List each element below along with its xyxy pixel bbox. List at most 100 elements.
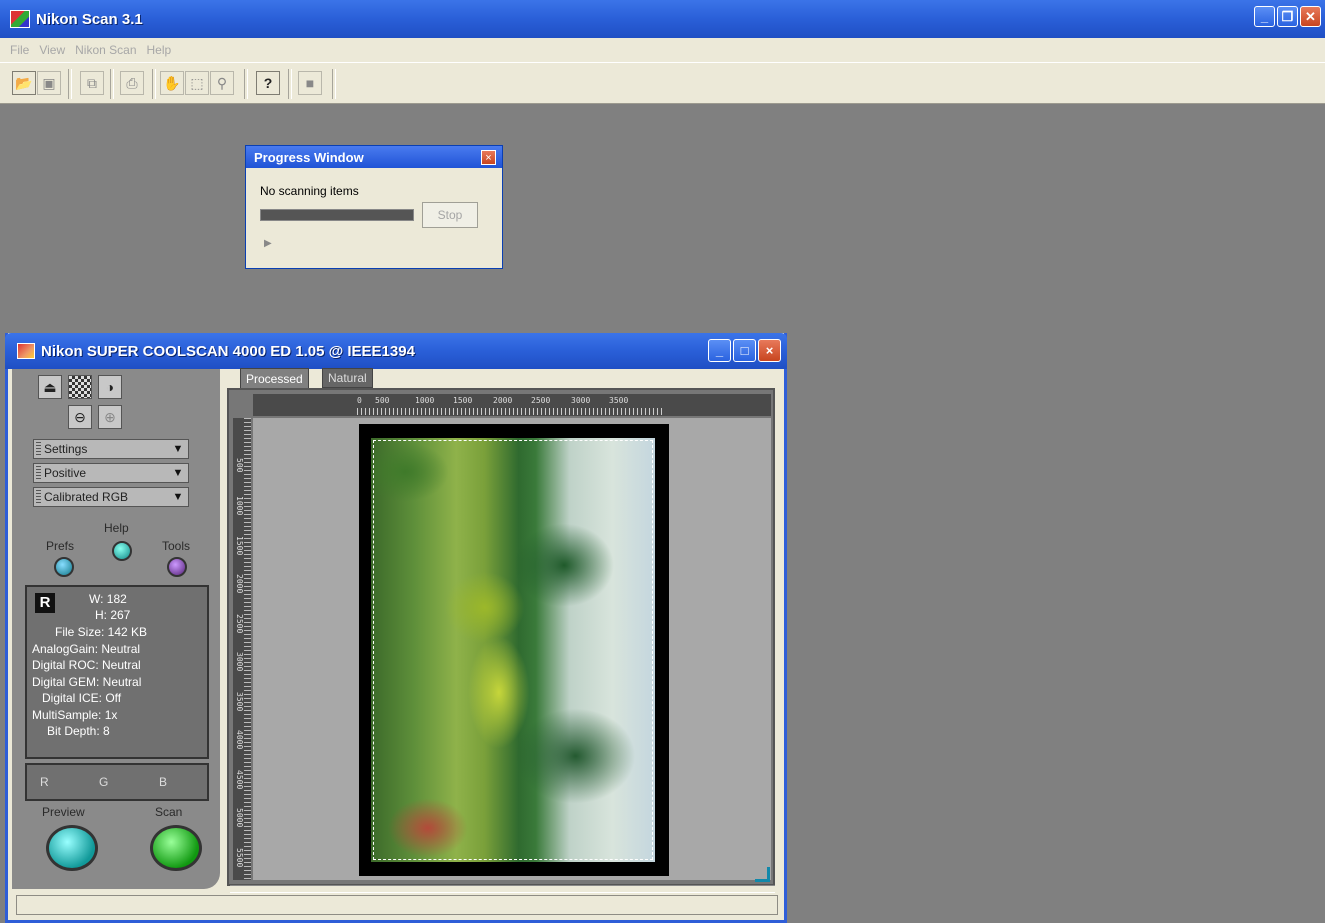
prefs-label: Prefs: [46, 539, 75, 553]
zoom-out-icon[interactable]: ⊖: [68, 405, 92, 429]
restore-button[interactable]: ❐: [1277, 6, 1298, 27]
hand-icon[interactable]: ✋: [160, 71, 184, 95]
info-multisample: MultiSample: 1x: [32, 708, 118, 722]
scan-info-panel: R W: 182 H: 267 File Size: 142 KB Analog…: [25, 585, 209, 759]
app-icon: [10, 10, 30, 28]
open-icon[interactable]: 📂: [12, 71, 36, 95]
ruler-top-label: 2500: [531, 396, 551, 405]
channel-badge: R: [35, 593, 55, 613]
ruler-left-label: 4000: [235, 730, 244, 750]
preview-button[interactable]: [46, 825, 98, 871]
rgb-readout: R G B: [25, 763, 209, 801]
copy-icon[interactable]: ⧉: [80, 71, 104, 95]
ruler-top-label: 2000: [493, 396, 513, 405]
divider: [230, 885, 775, 893]
progress-bar: [260, 209, 414, 221]
status-bar: [16, 895, 778, 915]
chevron-down-icon: ▼: [172, 467, 184, 479]
ruler-left-label: 1000: [235, 496, 244, 516]
rgb-b-label: B: [159, 775, 168, 789]
ruler-left-label: 3000: [235, 652, 244, 672]
help-label: Help: [104, 521, 129, 535]
ruler-left-label: 5500: [235, 848, 244, 868]
scanner-window: Nikon SUPER COOLSCAN 4000 ED 1.05 @ IEEE…: [5, 333, 787, 923]
info-file-size: File Size: 142 KB: [55, 625, 148, 639]
horizontal-ruler: 0 500 1000 1500 2000 2500 3000 3500: [253, 394, 771, 416]
ruler-top-label: 0: [357, 396, 362, 405]
ruler-left-label: 1500: [235, 536, 244, 556]
app-titlebar: Nikon Scan 3.1 _ ❐ ✕: [0, 0, 1325, 38]
settings-dropdown[interactable]: Settings ▼: [33, 439, 189, 459]
ruler-top-label: 1500: [453, 396, 473, 405]
help-button[interactable]: [112, 541, 132, 561]
ruler-left-label: 5000: [235, 808, 244, 828]
control-panel: ⏏ ◑ ⊖ ⊕ Settings ▼ Positive ▼ Calibrated R…: [12, 369, 220, 889]
save-icon[interactable]: ▣: [37, 71, 61, 95]
scan-label: Scan: [155, 805, 183, 819]
info-digital-ice: Digital ICE: Off: [42, 691, 122, 705]
preview-canvas[interactable]: [253, 418, 771, 880]
info-width: W: 182: [89, 592, 127, 606]
crop-selection[interactable]: [373, 440, 653, 860]
chevron-down-icon: ▼: [172, 443, 184, 455]
print-icon[interactable]: ⎙: [120, 71, 144, 95]
zoom-icon[interactable]: ⚲: [210, 71, 234, 95]
grid-icon[interactable]: [68, 375, 92, 399]
contrast-icon[interactable]: ◑: [98, 375, 122, 399]
tools-label: Tools: [162, 539, 191, 553]
chevron-down-icon: ▼: [172, 491, 184, 503]
ruler-left-label: 500: [235, 458, 244, 473]
tools-button[interactable]: [167, 557, 187, 577]
preview-label: Preview: [42, 805, 85, 819]
menu-nikon-scan[interactable]: Nikon Scan: [75, 43, 136, 57]
toolbar: 📂 ▣ ⧉ ⎙ ✋ ⬚ ⚲ ? ■: [0, 62, 1325, 104]
tab-processed[interactable]: Processed: [240, 368, 309, 388]
app-title: Nikon Scan 3.1: [36, 10, 143, 28]
prefs-button[interactable]: [54, 557, 74, 577]
info-digital-roc: Digital ROC: Neutral: [32, 658, 141, 672]
scan-button[interactable]: [150, 825, 202, 871]
minimize-button[interactable]: _: [1254, 6, 1275, 27]
ruler-left-label: 2000: [235, 574, 244, 594]
ruler-top-label: 500: [375, 396, 390, 405]
rgb-g-label: G: [99, 775, 109, 789]
expand-arrow-icon[interactable]: ▶: [264, 238, 272, 249]
progress-window-title[interactable]: Progress Window: [246, 146, 502, 168]
menu-file[interactable]: File: [10, 43, 29, 57]
film-frame: [359, 424, 669, 876]
scanner-close-button[interactable]: ×: [758, 339, 781, 362]
stop-button[interactable]: Stop: [422, 202, 478, 228]
resize-grip[interactable]: [755, 867, 770, 882]
help-icon[interactable]: ?: [256, 71, 280, 95]
scanner-titlebar[interactable]: Nikon SUPER COOLSCAN 4000 ED 1.05 @ IEEE…: [5, 333, 787, 369]
ruler-top-label: 3500: [609, 396, 629, 405]
vertical-ruler: 500 1000 1500 2000 2500 3000 3500 4000 4…: [233, 418, 251, 880]
close-button[interactable]: ✕: [1300, 6, 1321, 27]
close-icon[interactable]: ×: [481, 150, 496, 165]
zoom-in-icon[interactable]: ⊕: [98, 405, 122, 429]
tab-natural[interactable]: Natural: [322, 368, 373, 388]
progress-message: No scanning items: [260, 184, 359, 198]
menu-help[interactable]: Help: [147, 43, 172, 57]
ruler-top-label: 3000: [571, 396, 591, 405]
scanner-minimize-button[interactable]: _: [708, 339, 731, 362]
progress-window: Progress Window × No scanning items Stop…: [245, 145, 503, 269]
marquee-icon[interactable]: ⬚: [185, 71, 209, 95]
ruler-left-label: 2500: [235, 614, 244, 634]
color-space-dropdown[interactable]: Calibrated RGB ▼: [33, 487, 189, 507]
menu-view[interactable]: View: [39, 43, 65, 57]
positive-dropdown[interactable]: Positive ▼: [33, 463, 189, 483]
info-analog-gain: AnalogGain: Neutral: [32, 642, 141, 656]
scanner-maximize-button[interactable]: □: [733, 339, 756, 362]
scanner-title: Nikon SUPER COOLSCAN 4000 ED 1.05 @ IEEE…: [41, 342, 415, 360]
ruler-left-label: 3500: [235, 692, 244, 712]
info-digital-gem: Digital GEM: Neutral: [32, 675, 142, 689]
rgb-r-label: R: [40, 775, 49, 789]
stop-icon[interactable]: ■: [298, 71, 322, 95]
ruler-left-label: 4500: [235, 770, 244, 790]
info-bit-depth: Bit Depth: 8: [47, 724, 110, 738]
scanner-app-icon: [17, 343, 35, 359]
preview-image[interactable]: [371, 438, 655, 862]
eject-icon[interactable]: ⏏: [38, 375, 62, 399]
menubar: File View Nikon Scan Help: [0, 38, 1325, 62]
